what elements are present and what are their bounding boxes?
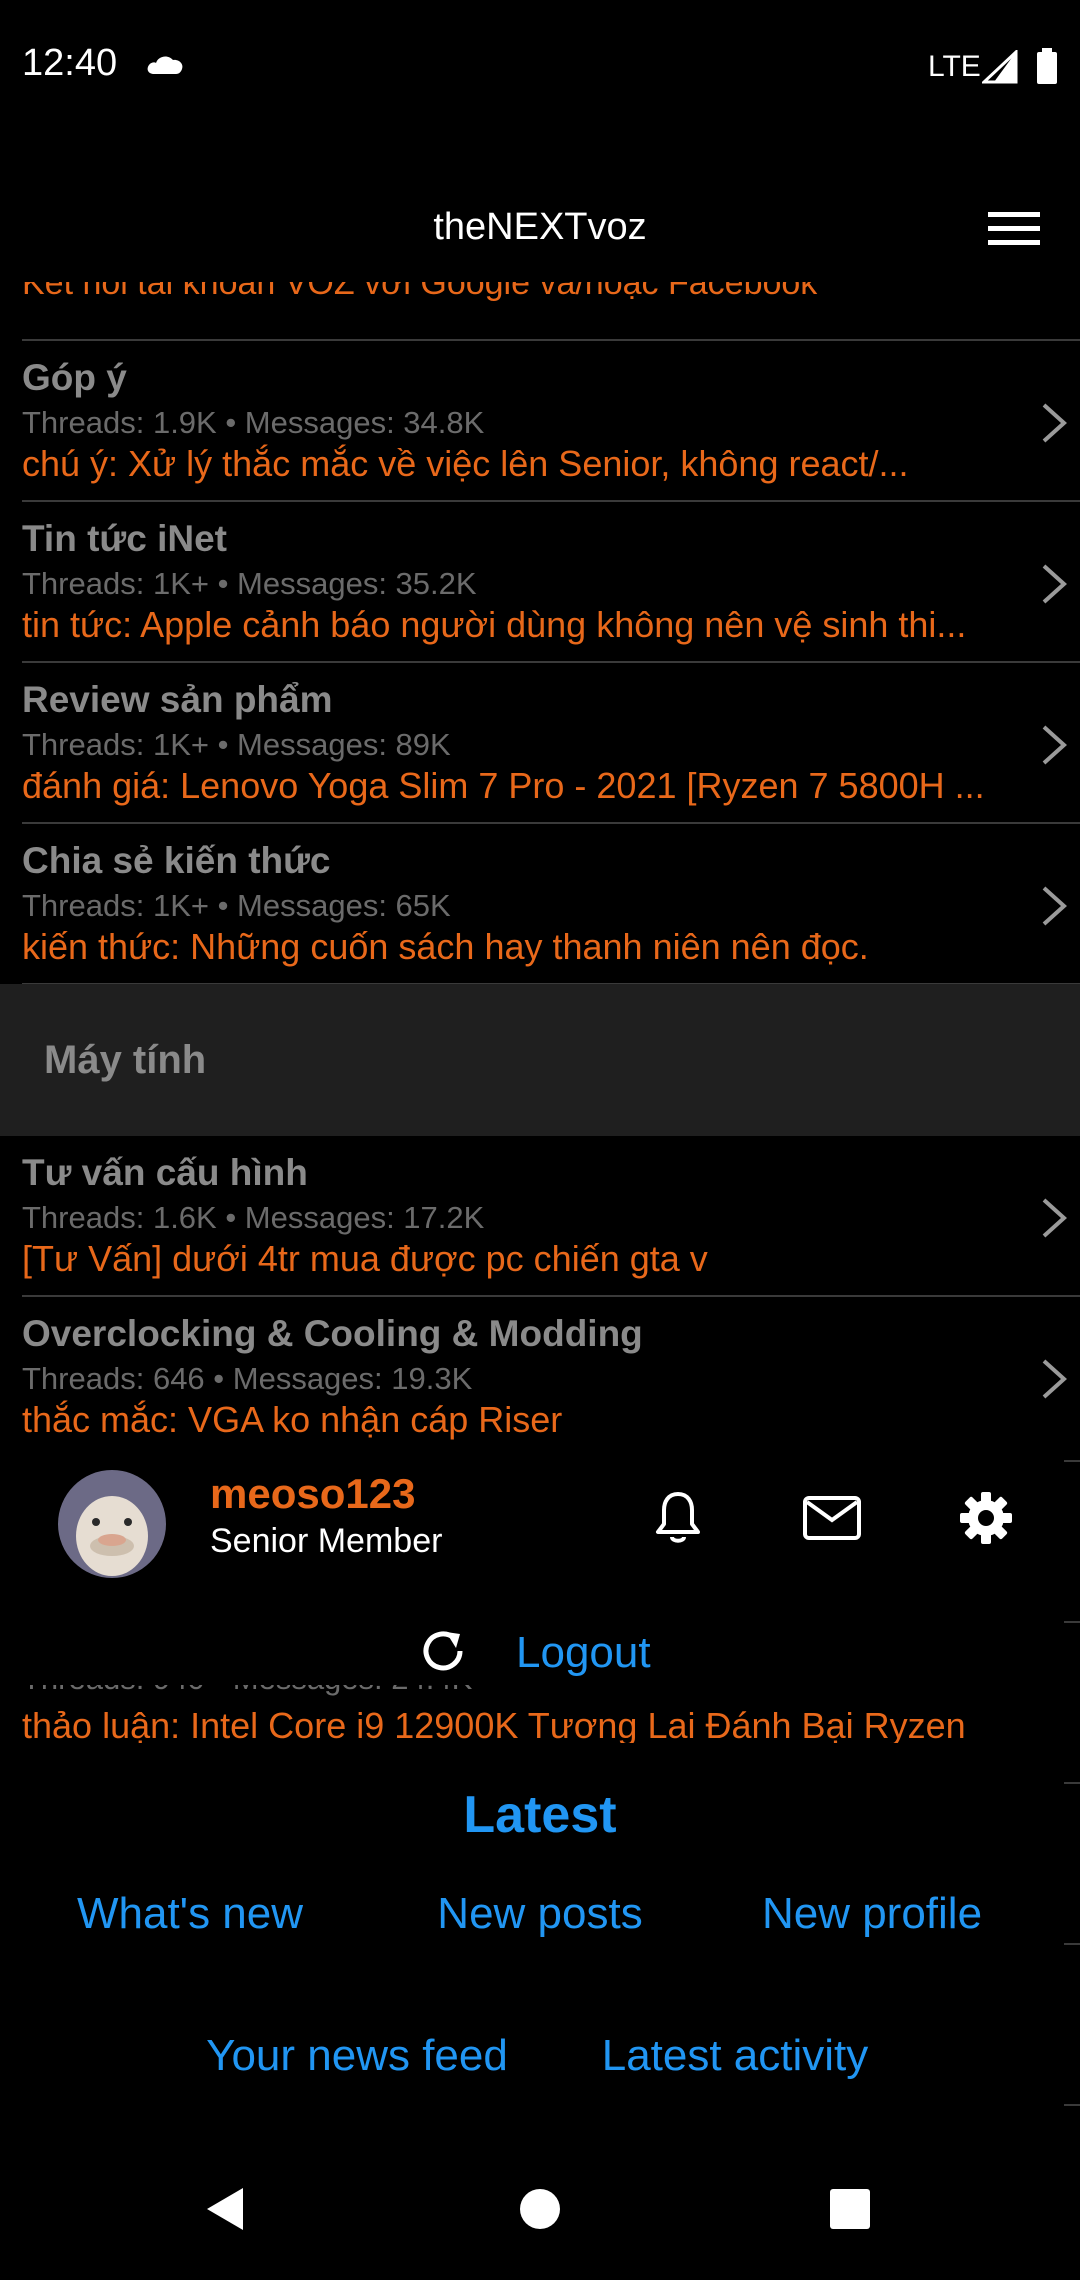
back-icon[interactable]	[190, 2174, 260, 2244]
new-posts-link[interactable]: New posts	[437, 1889, 642, 1939]
forum-latest-post[interactable]: [Tư Vấn] dưới 4tr mua được pc chiến gta …	[22, 1238, 1022, 1280]
divider	[1064, 1460, 1080, 1462]
forum-title: Review sản phẩm	[22, 679, 333, 720]
your-news-feed-link[interactable]: Your news feed	[206, 2031, 508, 2081]
forum-item-chia-se-kien-thuc[interactable]: Chia sẻ kiến thức Threads: 1K+ • Message…	[0, 824, 1080, 985]
forum-latest-post[interactable]: thắc mắc: VGA ko nhận cáp Riser	[22, 1399, 1022, 1441]
divider	[1064, 2104, 1080, 2106]
forum-list-peek: Threads: 940 • Messages: 24.4K thảo luận…	[0, 1685, 1080, 1743]
username[interactable]: meoso123	[210, 1470, 415, 1518]
divider	[1064, 1782, 1080, 1784]
refresh-icon	[416, 1624, 470, 1683]
settings-gear-icon[interactable]	[956, 1488, 1016, 1548]
whats-new-link[interactable]: What's new	[77, 1889, 303, 1939]
divider	[1064, 1943, 1080, 1945]
forum-latest-post[interactable]: chú ý: Xử lý thắc mắc về việc lên Senior…	[22, 443, 1022, 485]
app-header: theNEXTvoz	[0, 170, 1080, 280]
forum-latest-post[interactable]: thảo luận: Intel Core i9 12900K Tương La…	[22, 1705, 966, 1743]
user-role: Senior Member	[210, 1522, 443, 1560]
forum-stats: Threads: 1K+ • Messages: 89K	[22, 727, 451, 762]
forum-item-tin-tuc-inet[interactable]: Tin tức iNet Threads: 1K+ • Messages: 35…	[0, 502, 1080, 663]
forum-stats: Threads: 940 • Messages: 24.4K	[22, 1685, 472, 1697]
forum-latest-post[interactable]: Kết nối tài khoản VOZ với Google và/hoặc…	[22, 282, 817, 303]
battery-icon	[1036, 48, 1058, 89]
forum-latest-post[interactable]: tin tức: Apple cảnh báo người dùng không…	[22, 604, 1022, 646]
home-icon[interactable]	[505, 2174, 575, 2244]
forum-title: Tin tức iNet	[22, 518, 227, 559]
chevron-right-icon	[1040, 1357, 1068, 1406]
signal-icon	[980, 48, 1018, 89]
forum-stats: Threads: 1K+ • Messages: 35.2K	[22, 566, 477, 601]
forum-item-tu-van-cau-hinh[interactable]: Tư vấn cấu hình Threads: 1.6K • Messages…	[0, 1136, 1080, 1297]
latest-heading: Latest	[463, 1786, 617, 1844]
messages-mail-icon[interactable]	[802, 1488, 862, 1548]
forum-item-overclocking[interactable]: Overclocking & Cooling & Modding Threads…	[0, 1297, 1080, 1442]
forum-stats: Threads: 1.6K • Messages: 17.2K	[22, 1200, 485, 1235]
cloud-icon	[146, 52, 186, 81]
latest-activity-link[interactable]: Latest activity	[602, 2031, 869, 2081]
recents-icon[interactable]	[815, 2174, 885, 2244]
forum-item-review-san-pham[interactable]: Review sản phẩm Threads: 1K+ • Messages:…	[0, 663, 1080, 824]
logout-label: Logout	[516, 1628, 651, 1677]
system-nav-bar	[0, 2140, 1080, 2280]
forum-latest-post[interactable]: đánh giá: Lenovo Yoga Slim 7 Pro - 2021 …	[22, 765, 1022, 807]
forum-stats: Threads: 646 • Messages: 19.3K	[22, 1361, 473, 1396]
category-header[interactable]: Máy tính	[0, 984, 1080, 1136]
hamburger-menu-icon[interactable]	[988, 208, 1040, 248]
forum-title: Góp ý	[22, 357, 127, 398]
network-type: LTE	[928, 50, 981, 83]
forum-title: Tư vấn cấu hình	[22, 1152, 308, 1193]
notifications-bell-icon[interactable]	[648, 1488, 708, 1548]
chevron-right-icon	[1040, 562, 1068, 611]
category-title: Máy tính	[44, 1038, 207, 1082]
status-time: 12:40	[22, 42, 118, 84]
forum-list: Kết nối tài khoản VOZ với Google và/hoặc…	[0, 282, 1080, 1442]
forum-latest-post[interactable]: kiến thức: Những cuốn sách hay thanh niê…	[22, 926, 1022, 968]
chevron-right-icon	[1040, 401, 1068, 450]
chevron-right-icon	[1040, 723, 1068, 772]
forum-title: Chia sẻ kiến thức	[22, 840, 331, 881]
forum-title: Overclocking & Cooling & Modding	[22, 1313, 643, 1354]
divider	[1064, 1621, 1080, 1623]
forum-stats: Threads: 1.9K • Messages: 34.8K	[22, 405, 485, 440]
new-profile-link[interactable]: New profile	[762, 1889, 982, 1939]
forum-stats: Threads: 1K+ • Messages: 65K	[22, 888, 451, 923]
app-title: theNEXTvoz	[433, 206, 647, 248]
chevron-right-icon	[1040, 1196, 1068, 1245]
chevron-right-icon	[1040, 884, 1068, 933]
latest-panel: Latest What's new New posts New profile …	[0, 1743, 1064, 2123]
avatar[interactable]	[58, 1470, 166, 1578]
status-bar: 12:40 LTE	[0, 0, 1080, 135]
forum-item-gop-y[interactable]: Góp ý Threads: 1.9K • Messages: 34.8K ch…	[0, 341, 1080, 502]
